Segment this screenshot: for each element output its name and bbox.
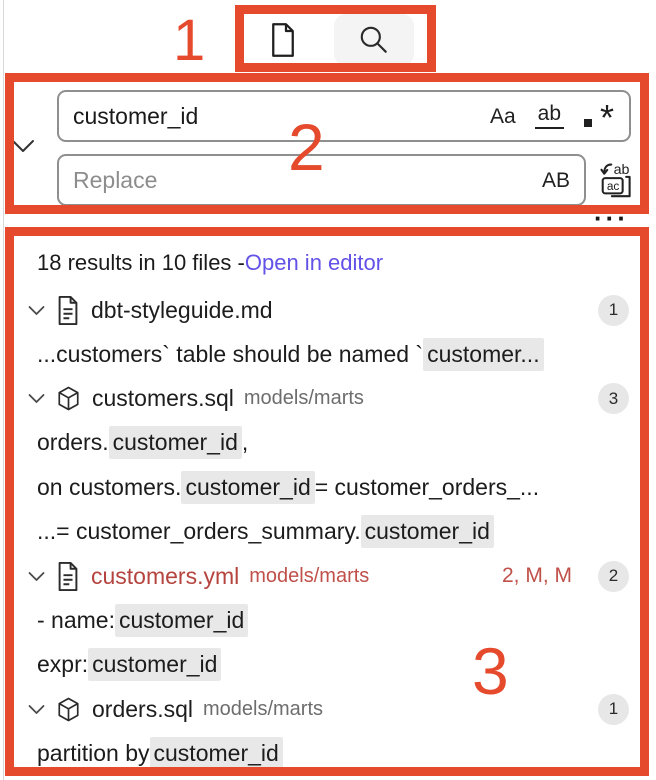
file-row[interactable]: customers.sql models/marts 3 [15, 377, 639, 421]
toggle-replace-button[interactable] [9, 133, 37, 157]
results-header: 18 results in 10 files - Open in editor [15, 238, 639, 288]
file-row[interactable]: customers.yml models/marts 2, M, M 2 [15, 554, 639, 598]
match-text: expr: [37, 651, 89, 678]
file-icon [58, 295, 78, 325]
file-path: models/marts [202, 697, 324, 720]
chevron-down-icon [28, 394, 45, 403]
replace-options: AB [542, 170, 584, 191]
tab-search[interactable] [334, 14, 414, 66]
more-actions-button[interactable]: ··· [594, 205, 638, 231]
match-highlight: customer_id [360, 515, 494, 549]
match-count-badge: 1 [598, 294, 629, 326]
match-highlight: customer... [423, 337, 544, 371]
match-case-button[interactable]: Aa [490, 106, 516, 127]
match-text: on customers. [37, 473, 182, 500]
match-highlight: customer_id [181, 470, 315, 504]
annotation-label-1: 1 [173, 8, 206, 73]
match-text: ...customers` table should be named ` [37, 340, 424, 367]
match-row[interactable]: ...customers` table should be named ` cus… [15, 332, 639, 377]
model-cube-icon [58, 386, 79, 411]
file-path: models/marts [249, 564, 370, 587]
chevron-down-icon [28, 704, 45, 714]
match-text: - name: [37, 606, 115, 633]
match-row[interactable]: partition by customer_id [15, 731, 639, 770]
search-results: 18 results in 10 files - Open in editor … [15, 238, 639, 770]
git-status: 2, M, M [501, 564, 572, 587]
file-name: customers.yml [91, 562, 240, 589]
regex-button[interactable]: * [583, 100, 615, 136]
match-text: , [241, 429, 249, 456]
regex-icon [584, 119, 592, 127]
match-count-badge: 2 [598, 560, 629, 592]
whole-word-button[interactable]: ab [534, 103, 564, 129]
file-icon [58, 561, 78, 591]
match-count-badge: 3 [598, 383, 629, 414]
search-sidebar: Aa ab * AB ab ac ··· 18 results in 10 fi [0, 0, 656, 780]
search-icon [360, 26, 387, 53]
match-highlight: customer_id [114, 603, 249, 637]
results-summary: 18 results in 10 files - [37, 250, 245, 275]
match-text: partition by [37, 739, 150, 766]
file-name: orders.sql [92, 695, 193, 722]
tab-new-file[interactable] [252, 16, 314, 64]
results-file-list: dbt-styleguide.md 1 ...customers` table sh… [15, 288, 639, 770]
match-text: = customer_orders_... [314, 473, 540, 500]
match-row[interactable]: - name: customer_id [15, 598, 639, 643]
model-cube-icon [58, 697, 79, 721]
match-highlight: customer_id [88, 648, 222, 682]
new-file-icon [272, 23, 294, 57]
match-text: ...= customer_orders_summary. [37, 518, 361, 545]
match-row[interactable]: on customers. customer_id = customer_orde… [15, 465, 639, 510]
chevron-down-icon [28, 571, 45, 581]
match-row[interactable]: ...= customer_orders_summary. customer_id [15, 510, 639, 555]
match-highlight: customer_id [108, 426, 242, 460]
preserve-case-button[interactable]: AB [542, 170, 570, 191]
file-row[interactable]: dbt-styleguide.md 1 [15, 288, 639, 332]
svg-text:ab: ab [614, 162, 630, 178]
replace-all-button[interactable]: ab ac [597, 159, 637, 203]
match-row[interactable]: expr: customer_id [15, 643, 639, 688]
replace-all-icon: ab ac [600, 162, 631, 198]
panel-divider [3, 0, 4, 780]
file-name: customers.sql [92, 385, 234, 411]
file-path: models/marts [243, 387, 364, 409]
match-count-badge: 1 [598, 693, 629, 725]
search-box: Aa ab * [57, 90, 631, 142]
match-highlight: customer_id [149, 736, 283, 770]
file-row[interactable]: orders.sql models/marts 1 [15, 687, 639, 731]
search-input[interactable] [59, 102, 490, 130]
open-in-editor-link[interactable]: Open in editor [245, 250, 383, 276]
regex-asterisk: * [599, 97, 614, 138]
chevron-down-icon [12, 139, 34, 152]
match-row[interactable]: orders. customer_id, [15, 421, 639, 466]
chevron-down-icon [28, 305, 45, 315]
replace-box: AB [57, 154, 586, 206]
svg-text:ac: ac [607, 179, 620, 193]
search-options: Aa ab * [490, 100, 629, 136]
replace-input[interactable] [59, 166, 542, 194]
match-text: orders. [37, 429, 109, 456]
file-name: dbt-styleguide.md [91, 296, 273, 323]
